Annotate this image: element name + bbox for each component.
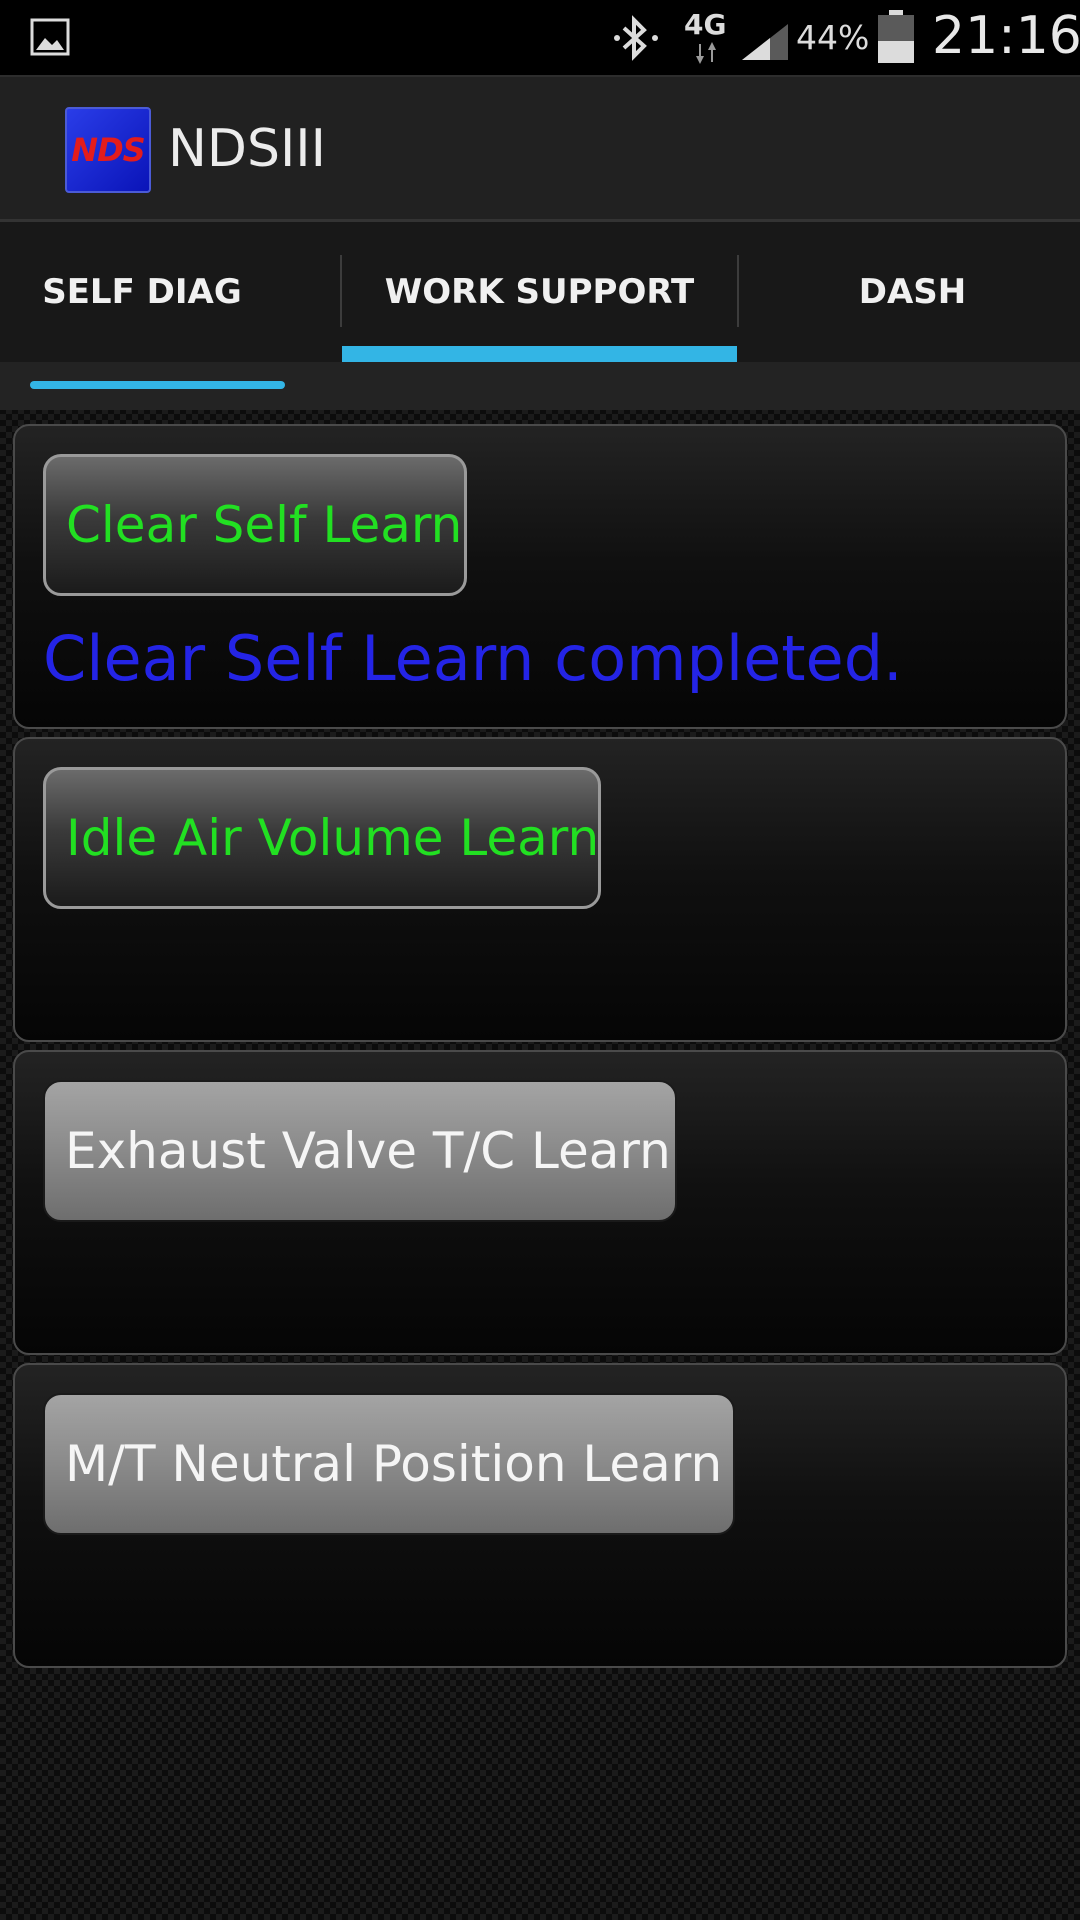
app-logo-text: NDS bbox=[71, 131, 145, 169]
signal-icon bbox=[742, 24, 788, 60]
data-arrows-icon bbox=[696, 42, 716, 64]
app-title: NDSIII bbox=[168, 119, 326, 179]
tab-divider bbox=[737, 255, 739, 327]
clear-self-learn-result: Clear Self Learn completed. bbox=[43, 622, 903, 695]
app-logo[interactable]: NDS bbox=[65, 107, 151, 193]
network-indicator: 4G bbox=[684, 8, 728, 66]
status-bar: 4G 44% 21:16 bbox=[0, 0, 1080, 75]
panel-exhaust-valve-learn: Exhaust Valve T/C Learn bbox=[13, 1050, 1067, 1355]
action-bar: NDS NDSIII bbox=[0, 75, 1080, 222]
bluetooth-icon bbox=[614, 15, 658, 61]
idle-air-volume-learn-button[interactable]: Idle Air Volume Learn bbox=[43, 767, 601, 909]
clock: 21:16 bbox=[932, 6, 1080, 66]
battery-icon bbox=[878, 10, 914, 63]
tab-work-support[interactable]: WORK SUPPORT bbox=[342, 222, 737, 362]
tab-self-diag[interactable]: SELF DIAG bbox=[0, 222, 284, 362]
gallery-icon bbox=[30, 18, 70, 56]
tab-scroll-indicator bbox=[30, 381, 285, 389]
tab-dash[interactable]: DASH bbox=[745, 222, 1080, 362]
battery-percent: 44% bbox=[796, 18, 870, 57]
exhaust-valve-tc-learn-button[interactable]: Exhaust Valve T/C Learn bbox=[43, 1080, 677, 1222]
clear-self-learn-button[interactable]: Clear Self Learn bbox=[43, 454, 467, 596]
panel-idle-air-volume-learn: Idle Air Volume Learn bbox=[13, 737, 1067, 1042]
panel-clear-self-learn: Clear Self Learn Clear Self Learn comple… bbox=[13, 424, 1067, 729]
panel-mt-neutral-position-learn: M/T Neutral Position Learn bbox=[13, 1363, 1067, 1668]
selected-tab-indicator bbox=[342, 346, 737, 362]
tab-bar: SELF DIAG WORK SUPPORT DASH bbox=[0, 222, 1080, 362]
network-type: 4G bbox=[684, 8, 727, 41]
mt-neutral-position-learn-button[interactable]: M/T Neutral Position Learn bbox=[43, 1393, 735, 1535]
